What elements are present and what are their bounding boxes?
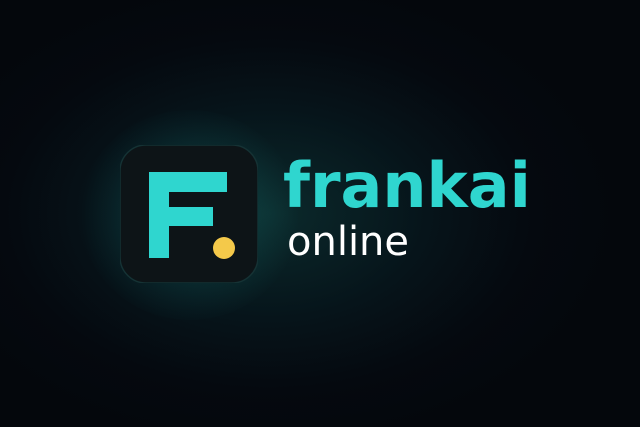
brand-tagline: online: [287, 219, 410, 265]
brand-name: frankai: [283, 149, 531, 222]
yellow-dot-icon: [213, 237, 235, 259]
brand-wordmark: frankai online: [283, 150, 613, 266]
frankai-app-icon: [120, 145, 258, 283]
brand-logo: frankai online: [0, 0, 640, 427]
